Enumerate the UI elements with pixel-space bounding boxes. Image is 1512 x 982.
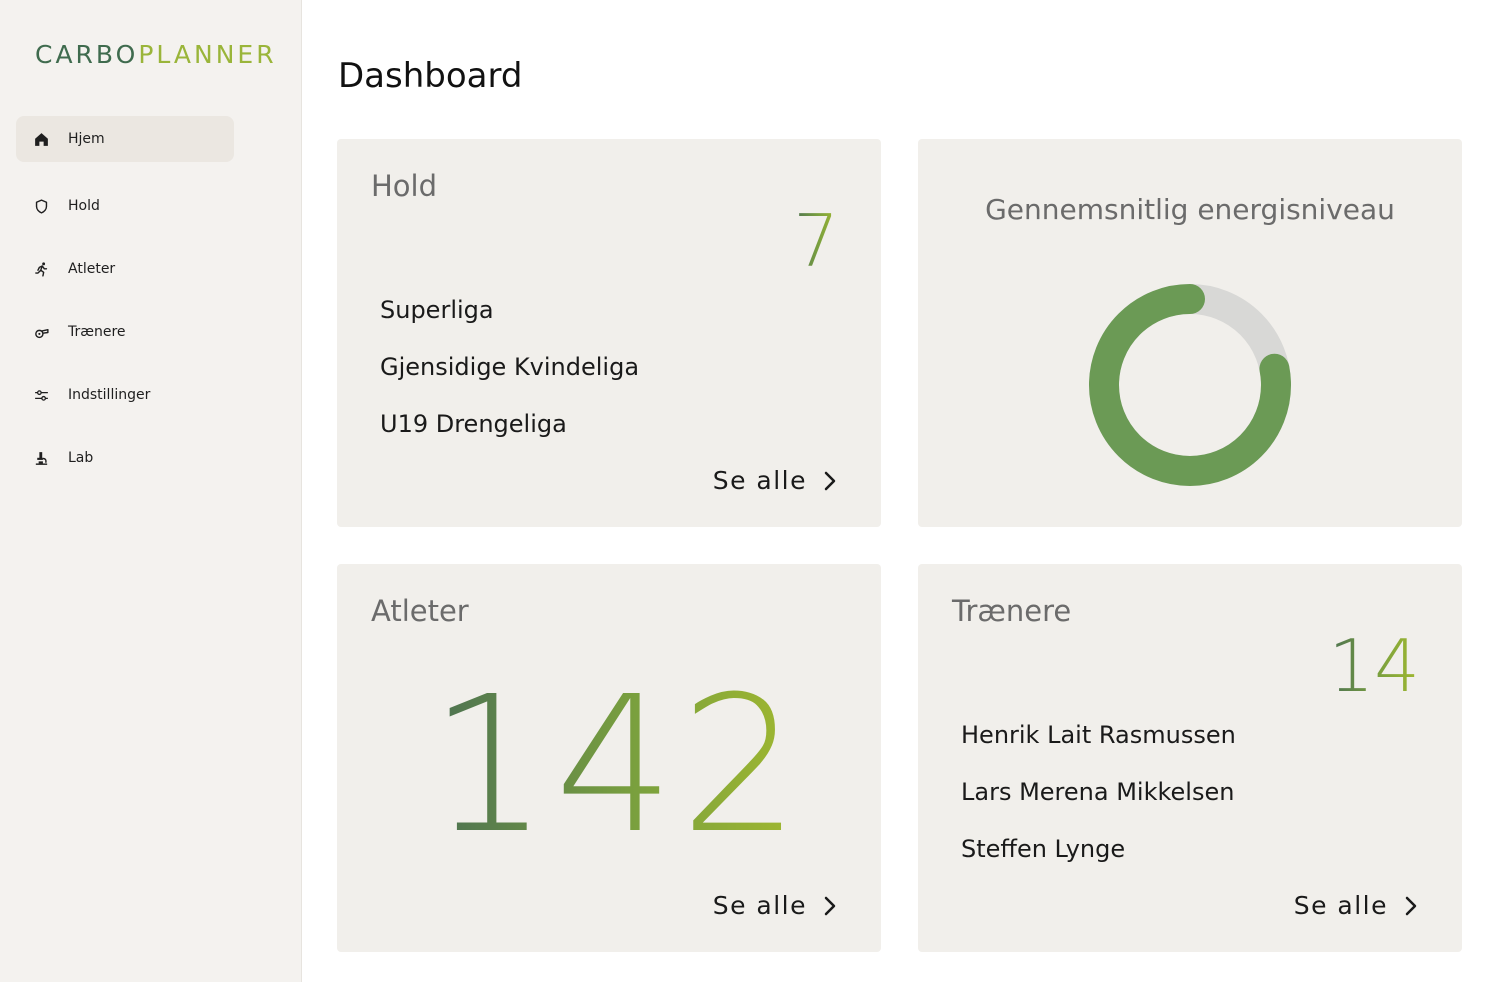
coaches-count: 14 — [1328, 624, 1420, 708]
team-item-kvindeliga[interactable]: Gjensidige Kvindeliga — [380, 353, 639, 381]
team-item-superliga[interactable]: Superliga — [380, 296, 494, 324]
sidebar-item-label: Trænere — [68, 324, 126, 340]
teams-card-title: Hold — [371, 169, 438, 203]
teams-see-all-link[interactable]: Se alle — [713, 466, 837, 495]
sliders-icon — [32, 386, 50, 404]
chevron-right-icon — [824, 471, 836, 490]
teams-count: 7 — [793, 199, 839, 283]
brand-logo[interactable]: CARBOPLANNER — [35, 40, 277, 69]
sidebar-item-label: Atleter — [68, 261, 116, 277]
athletes-card: Atleter 142 Se alle — [337, 564, 881, 952]
athletes-card-title: Atleter — [371, 594, 469, 628]
shield-icon — [32, 197, 50, 215]
chevron-right-icon — [824, 896, 836, 915]
coaches-see-all-link[interactable]: Se alle — [1294, 891, 1418, 920]
energy-card-title: Gennemsnitlig energisniveau — [985, 193, 1395, 226]
sidebar-item-indstillinger[interactable]: Indstillinger — [16, 372, 234, 418]
sidebar-item-label: Indstillinger — [68, 387, 151, 403]
home-icon — [32, 130, 50, 148]
sidebar-item-lab[interactable]: Lab — [16, 435, 234, 481]
whistle-icon — [32, 323, 50, 341]
see-all-label: Se alle — [712, 891, 807, 920]
microscope-icon — [32, 449, 50, 467]
chevron-right-icon — [1405, 896, 1417, 915]
sidebar-item-atleter[interactable]: Atleter — [16, 246, 234, 292]
app-root: CARBOPLANNER Hjem Hold Atleter Trænere I… — [0, 0, 1512, 982]
energy-donut-chart — [1089, 284, 1291, 486]
teams-card: Hold 7 Superliga Gjensidige Kvindeliga U… — [337, 139, 881, 527]
coach-item[interactable]: Lars Merena Mikkelsen — [961, 778, 1234, 806]
sidebar-item-label: Hold — [68, 198, 100, 214]
sidebar: CARBOPLANNER Hjem Hold Atleter Trænere I… — [0, 0, 302, 982]
sidebar-item-label: Hjem — [68, 131, 105, 147]
page-title: Dashboard — [338, 56, 523, 96]
athletes-count: 142 — [429, 656, 806, 875]
coaches-card: Trænere 14 Henrik Lait Rasmussen Lars Me… — [918, 564, 1462, 952]
brand-logo-part2: PLANNER — [138, 40, 277, 69]
sidebar-item-hold[interactable]: Hold — [16, 183, 234, 229]
runner-icon — [32, 260, 50, 278]
brand-logo-part1: CARBO — [35, 40, 139, 69]
sidebar-item-hjem[interactable]: Hjem — [16, 116, 234, 162]
coach-item[interactable]: Steffen Lynge — [961, 835, 1125, 863]
coaches-card-title: Trænere — [952, 594, 1072, 628]
see-all-label: Se alle — [712, 466, 807, 495]
team-item-u19[interactable]: U19 Drengeliga — [380, 410, 567, 438]
coach-item[interactable]: Henrik Lait Rasmussen — [961, 721, 1236, 749]
sidebar-item-traenere[interactable]: Trænere — [16, 309, 234, 355]
see-all-label: Se alle — [1293, 891, 1388, 920]
athletes-see-all-link[interactable]: Se alle — [713, 891, 837, 920]
energy-card: Gennemsnitlig energisniveau — [918, 139, 1462, 527]
sidebar-item-label: Lab — [68, 450, 94, 466]
